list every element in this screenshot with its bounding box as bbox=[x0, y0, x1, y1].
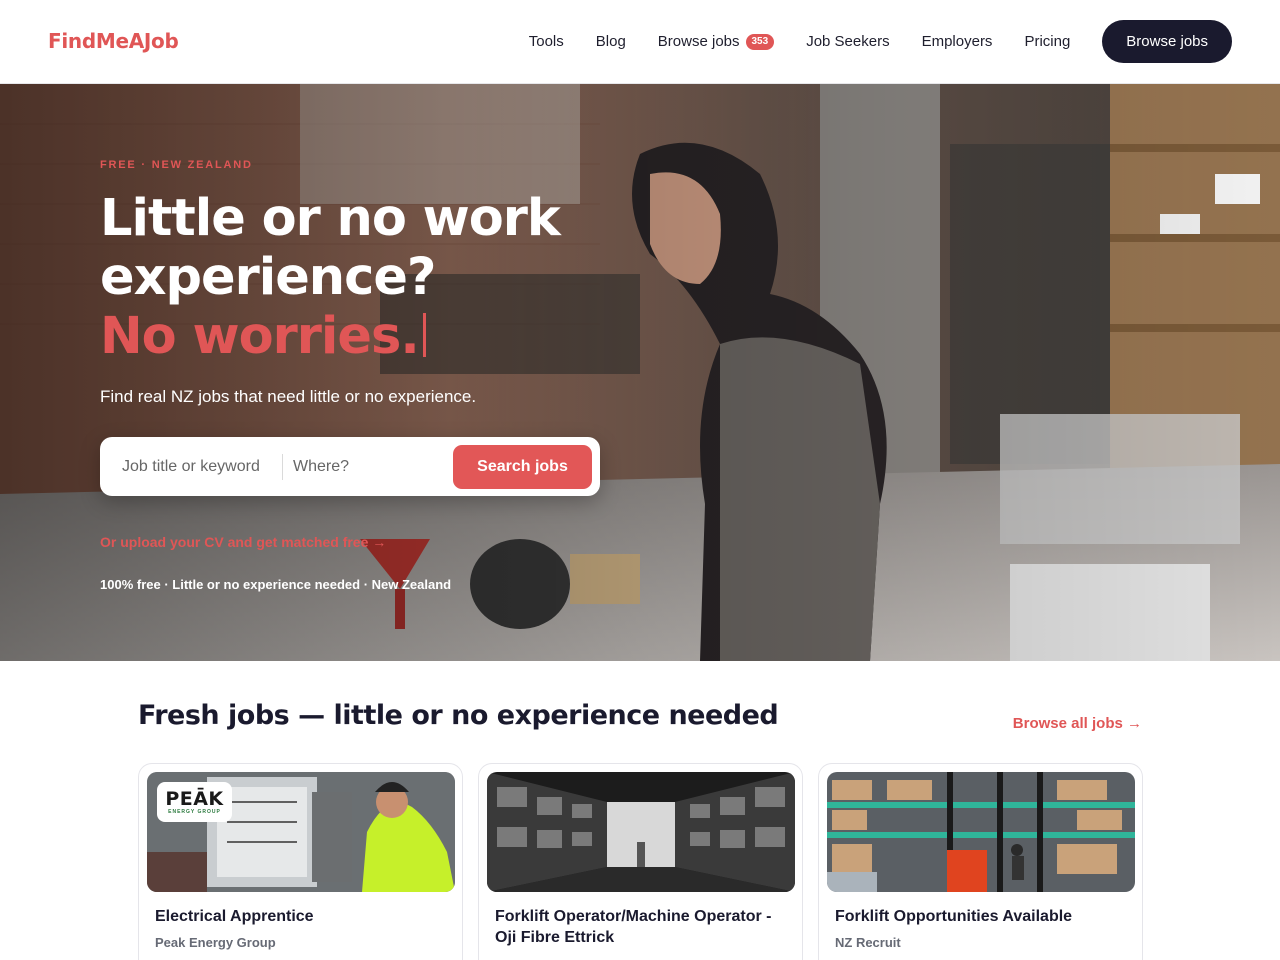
browse-all-jobs-link[interactable]: Browse all jobs → bbox=[1013, 715, 1142, 732]
site-header: FindMeAJob Tools Blog Browse jobs 353 Jo… bbox=[0, 0, 1280, 84]
headline-accent: No worries. bbox=[100, 307, 420, 366]
nav-browse-jobs[interactable]: Browse jobs 353 bbox=[657, 33, 775, 50]
hero-eyebrow: FREE · NEW ZEALAND bbox=[100, 159, 253, 171]
nav-pricing[interactable]: Pricing bbox=[1024, 33, 1070, 50]
job-search-bar: Search jobs bbox=[100, 437, 600, 496]
job-card[interactable]: PEĀK ENERGY GROUP Electrical Apprentice … bbox=[138, 763, 463, 960]
fresh-jobs-title: Fresh jobs — little or no experience nee… bbox=[138, 700, 779, 731]
job-card[interactable]: Forklift Operator/Machine Operator - Oji… bbox=[478, 763, 803, 960]
peak-energy-logo: PEĀK ENERGY GROUP bbox=[157, 782, 232, 822]
nav-job-seekers[interactable]: Job Seekers bbox=[806, 33, 889, 50]
job-title: Forklift Opportunities Available bbox=[835, 908, 1073, 925]
nav-employers[interactable]: Employers bbox=[922, 33, 993, 50]
typing-cursor bbox=[422, 313, 426, 357]
nav-blog[interactable]: Blog bbox=[596, 33, 626, 50]
job-card-image: PEĀK ENERGY GROUP bbox=[147, 772, 455, 892]
upload-cv-link[interactable]: Or upload your CV and get matched free → bbox=[100, 534, 386, 550]
search-divider bbox=[282, 453, 283, 480]
headline-line-2: experience? bbox=[100, 248, 437, 307]
keyword-input[interactable] bbox=[122, 457, 282, 476]
hero-subline: Find real NZ jobs that need little or no… bbox=[100, 387, 477, 406]
nav-browse-jobs-label: Browse jobs bbox=[657, 33, 740, 50]
jobs-count-badge: 353 bbox=[745, 33, 775, 50]
peak-logo-subtext: ENERGY GROUP bbox=[168, 808, 221, 815]
headline-line-1: Little or no work bbox=[100, 189, 561, 248]
hero-headline: Little or no work experience? No worries… bbox=[100, 189, 660, 366]
job-card-image bbox=[827, 772, 1135, 892]
job-title: Forklift Operator/Machine Operator - Oji… bbox=[495, 908, 772, 946]
trust-line: 100% free · Little or no experience need… bbox=[100, 577, 452, 592]
hero-section: FREE · NEW ZEALAND Little or no work exp… bbox=[0, 84, 1280, 661]
browse-jobs-button[interactable]: Browse jobs bbox=[1102, 20, 1232, 63]
job-cards: PEĀK ENERGY GROUP Electrical Apprentice … bbox=[138, 763, 1143, 960]
search-jobs-button[interactable]: Search jobs bbox=[453, 444, 592, 489]
job-company: NZ Recruit bbox=[835, 935, 901, 950]
job-card[interactable]: Forklift Opportunities Available NZ Recr… bbox=[818, 763, 1143, 960]
job-card-image bbox=[487, 772, 795, 892]
job-company: Peak Energy Group bbox=[155, 935, 276, 950]
nav-tools[interactable]: Tools bbox=[529, 33, 564, 50]
site-logo[interactable]: FindMeAJob bbox=[48, 29, 179, 53]
location-input[interactable] bbox=[293, 457, 443, 476]
main-nav: Tools Blog Browse jobs 353 Job Seekers E… bbox=[529, 20, 1232, 63]
peak-logo-text: PEĀK bbox=[165, 787, 224, 810]
job-title: Electrical Apprentice bbox=[155, 908, 314, 925]
